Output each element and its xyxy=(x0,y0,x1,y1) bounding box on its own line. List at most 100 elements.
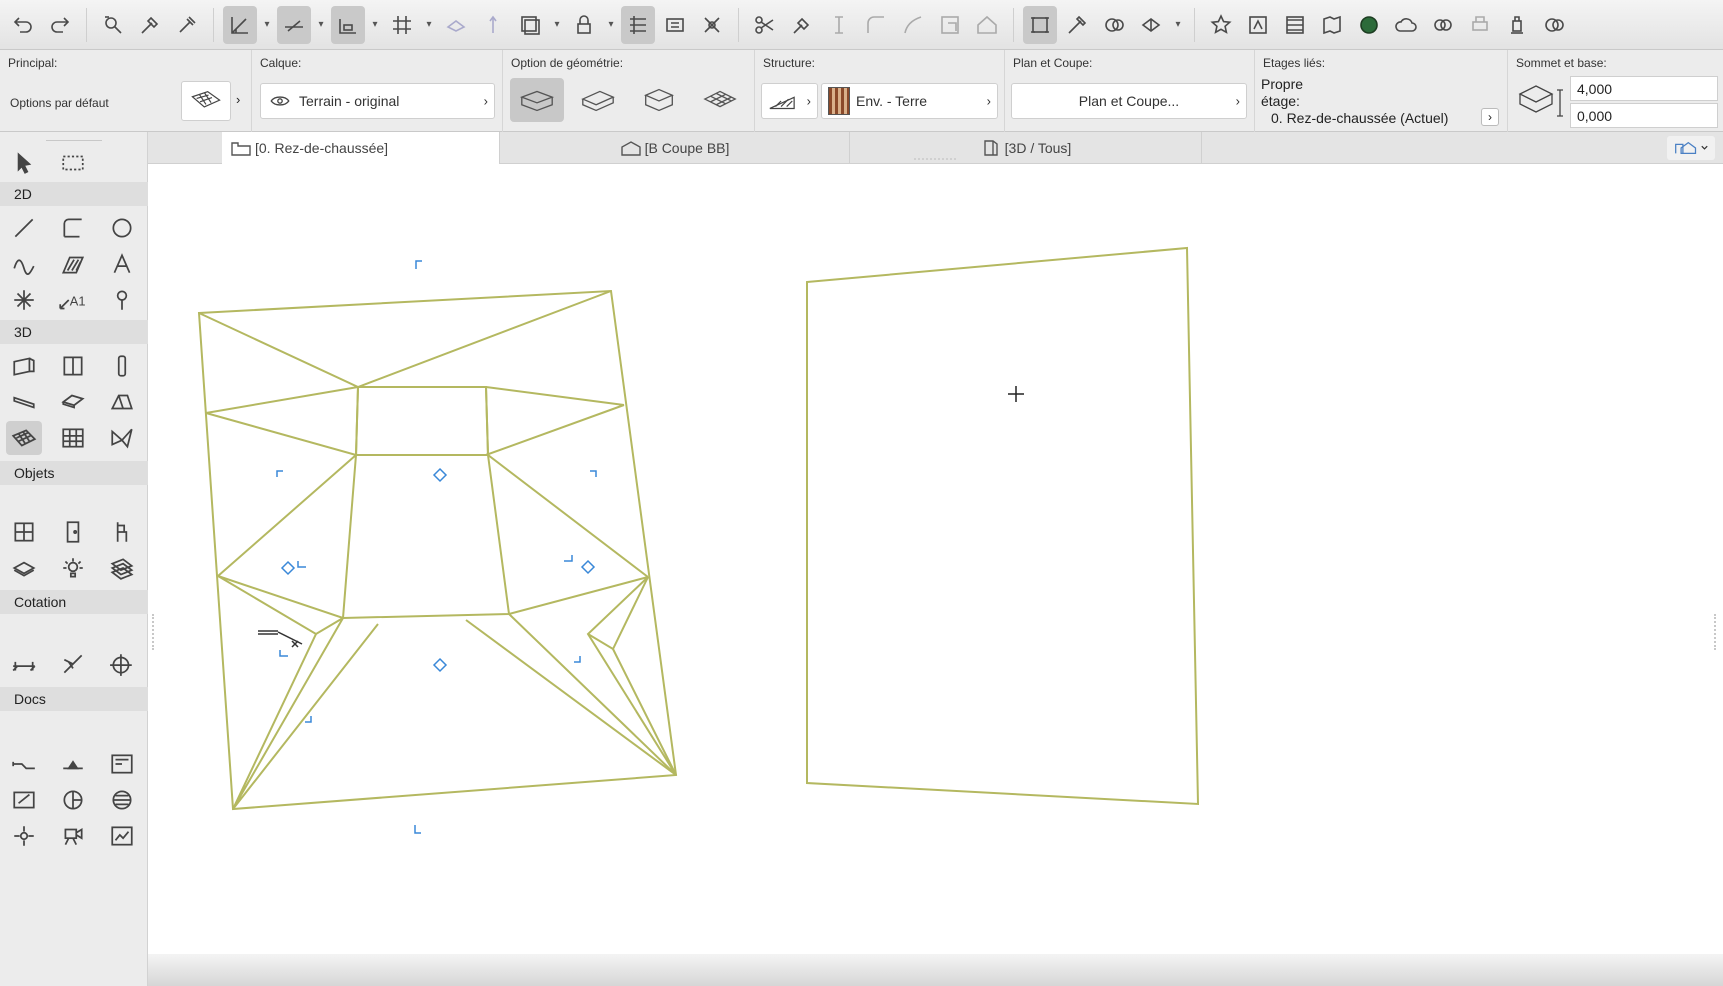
structure-type-button[interactable]: › xyxy=(761,83,818,119)
railing-tool-icon[interactable] xyxy=(104,551,140,585)
arrow-select-icon[interactable] xyxy=(6,146,42,180)
mesh-ridge[interactable] xyxy=(354,386,490,456)
linear-dimension-icon[interactable] xyxy=(6,647,42,681)
roof-tool-icon[interactable] xyxy=(104,385,140,419)
inject-parameters-icon[interactable] xyxy=(170,6,204,44)
tab-3d[interactable]: [3D / Tous] xyxy=(850,132,1202,164)
chevron-right-icon[interactable]: › xyxy=(236,92,240,107)
circle-tool-icon[interactable] xyxy=(104,211,140,245)
chevron-down-icon[interactable]: ▾ xyxy=(260,6,274,44)
chevron-down-icon[interactable]: ▾ xyxy=(604,6,618,44)
magic-wand-icon[interactable] xyxy=(1023,5,1057,44)
interior-elevation-tool-icon[interactable] xyxy=(104,747,140,781)
lock-icon[interactable] xyxy=(567,6,601,44)
radial-dimension-icon[interactable] xyxy=(104,647,140,681)
node-handle[interactable] xyxy=(280,560,296,576)
section-tool-icon[interactable] xyxy=(6,747,42,781)
base-elevation-field[interactable]: 0,000 xyxy=(1570,103,1718,128)
toolbox-section-cotation[interactable]: Cotation xyxy=(0,590,148,614)
chevron-down-icon[interactable]: ▾ xyxy=(368,6,382,44)
door-object-tool-icon[interactable] xyxy=(55,515,91,549)
lamp-tool-icon[interactable] xyxy=(55,551,91,585)
chevron-down-icon[interactable]: ▾ xyxy=(550,6,564,44)
marquee-select-icon[interactable] xyxy=(55,146,91,180)
line-tool-icon[interactable] xyxy=(6,211,42,245)
fillet-icon[interactable] xyxy=(859,6,893,44)
gravity-icon[interactable] xyxy=(439,6,473,44)
element-info-icon[interactable] xyxy=(621,5,655,44)
object-tool-icon[interactable] xyxy=(104,515,140,549)
spline-tool-icon[interactable] xyxy=(6,247,42,281)
guide-lines-icon[interactable] xyxy=(223,5,257,44)
top-elevation-field[interactable]: 4,000 xyxy=(1570,76,1718,101)
adjust-icon[interactable] xyxy=(785,6,819,44)
figure-tool-icon[interactable] xyxy=(104,283,140,317)
mesh-tool-icon[interactable] xyxy=(6,421,42,455)
mesh-element[interactable] xyxy=(197,289,678,811)
chevron-right-icon[interactable]: › xyxy=(1481,108,1499,126)
toolbox-section-3d[interactable]: 3D xyxy=(0,320,148,344)
elevation-tool-icon[interactable] xyxy=(55,747,91,781)
more-icon[interactable] xyxy=(1537,6,1571,44)
snap-guides-icon[interactable] xyxy=(277,5,311,44)
right-resize-handle[interactable] xyxy=(1714,614,1720,650)
curtain-wall-tool-icon[interactable] xyxy=(55,421,91,455)
trace-icon[interactable] xyxy=(513,6,547,44)
polyline-tool-icon[interactable] xyxy=(55,211,91,245)
node-handle[interactable] xyxy=(432,657,448,673)
building-material-dropdown[interactable]: Env. - Terre › xyxy=(821,83,998,119)
window-tool-icon[interactable] xyxy=(6,515,42,549)
wall-tool-icon[interactable] xyxy=(6,349,42,383)
angle-dimension-icon[interactable] xyxy=(55,647,91,681)
teamwork-icon[interactable] xyxy=(1097,6,1131,44)
geometry-option-mesh-icon[interactable] xyxy=(693,78,747,122)
shell-tool-icon[interactable] xyxy=(104,421,140,455)
geometry-option-sloped-icon[interactable] xyxy=(571,78,625,122)
intersect-icon[interactable] xyxy=(933,6,967,44)
split-icon[interactable] xyxy=(748,6,782,44)
chevron-down-icon[interactable]: ▾ xyxy=(1171,6,1185,44)
cloud-icon[interactable] xyxy=(1389,6,1423,44)
left-resize-handle[interactable] xyxy=(152,614,158,650)
send-icon[interactable] xyxy=(1426,6,1460,44)
label-tool-icon[interactable]: A1 xyxy=(55,283,91,317)
tab-floor-plan[interactable]: [0. Rez-de-chaussée] xyxy=(222,132,500,164)
layer-dropdown[interactable]: Terrain - original › xyxy=(260,83,495,119)
print-icon[interactable] xyxy=(1463,6,1497,44)
roof-trim-icon[interactable] xyxy=(970,6,1004,44)
paint-icon[interactable] xyxy=(1500,6,1534,44)
camera-tool-icon[interactable] xyxy=(6,819,42,853)
toolbox-section-docs[interactable]: Docs xyxy=(0,687,148,711)
toolbox-section-2d[interactable]: 2D xyxy=(0,182,148,206)
drawing-canvas[interactable] xyxy=(148,158,1723,954)
snap-points-icon[interactable] xyxy=(331,5,365,44)
figure-image-icon[interactable] xyxy=(104,819,140,853)
mesh-section-outline[interactable] xyxy=(806,246,1200,806)
change-tool-icon[interactable] xyxy=(104,783,140,817)
grid-snap-icon[interactable] xyxy=(385,6,419,44)
chevron-down-icon[interactable]: ▾ xyxy=(422,6,436,44)
slab-tool-icon[interactable] xyxy=(55,385,91,419)
dimension-icon[interactable] xyxy=(658,6,692,44)
toolbox-section-objets[interactable]: Objets xyxy=(0,461,148,485)
text-tool-icon[interactable] xyxy=(104,247,140,281)
renovation-icon[interactable] xyxy=(1060,6,1094,44)
fill-tool-icon[interactable] xyxy=(55,247,91,281)
suspend-groups-icon[interactable] xyxy=(476,6,510,44)
explode-icon[interactable] xyxy=(695,6,729,44)
geometry-option-block-icon[interactable] xyxy=(632,78,686,122)
curve-icon[interactable] xyxy=(896,6,930,44)
plan-section-button[interactable]: Plan et Coupe... › xyxy=(1011,83,1247,119)
offset-icon[interactable] xyxy=(822,6,856,44)
beam-tool-icon[interactable] xyxy=(6,385,42,419)
geometry-option-plane-icon[interactable] xyxy=(510,78,564,122)
hotspot-tool-icon[interactable] xyxy=(6,283,42,317)
pick-up-parameters-icon[interactable] xyxy=(133,6,167,44)
favorites-icon[interactable] xyxy=(1204,6,1238,44)
linked-story-value[interactable]: 0. Rez-de-chaussée (Actuel) xyxy=(1271,110,1448,126)
worksheet-tool-icon[interactable] xyxy=(6,783,42,817)
movie-camera-icon[interactable] xyxy=(55,819,91,853)
layout-icon[interactable] xyxy=(1241,6,1275,44)
3d-navigation-icon[interactable] xyxy=(1134,6,1168,44)
detail-tool-icon[interactable] xyxy=(55,783,91,817)
